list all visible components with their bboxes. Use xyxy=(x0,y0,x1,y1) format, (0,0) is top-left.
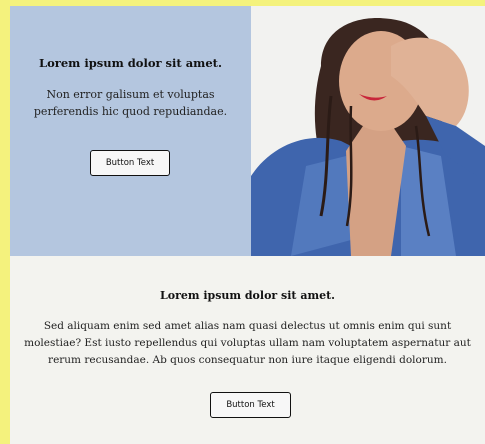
feature-card-button[interactable]: Button Text xyxy=(90,150,170,176)
feature-card-title: Lorem ipsum dolor sit amet. xyxy=(39,56,222,70)
section-title: Lorem ipsum dolor sit amet. xyxy=(160,289,335,302)
woman-portrait-photo xyxy=(251,6,485,256)
feature-card-text: Non error galisum et voluptas perferendi… xyxy=(33,88,228,118)
feature-card: Lorem ipsum dolor sit amet. Non error ga… xyxy=(10,6,251,256)
section-button[interactable]: Button Text xyxy=(210,392,291,418)
hero-photo xyxy=(251,6,485,256)
section-text: Sed aliquam enim sed amet alias nam quas… xyxy=(24,320,471,366)
content-frame: Lorem ipsum dolor sit amet. Non error ga… xyxy=(10,6,485,444)
